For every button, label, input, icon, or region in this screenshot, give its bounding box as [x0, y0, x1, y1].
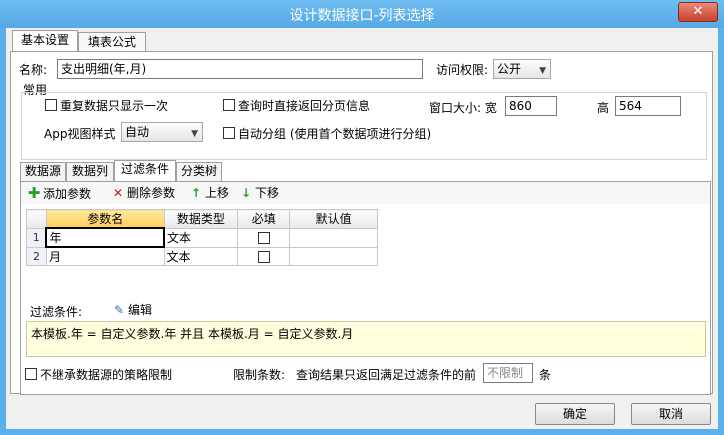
edit-icon: ✎	[113, 303, 125, 317]
paging-label: 查询时直接返回分页信息	[238, 99, 371, 113]
default-value-cell[interactable]	[289, 227, 378, 248]
data-type-cell[interactable]: 文本	[163, 246, 239, 266]
table-row[interactable]: 1 年 文本	[26, 227, 378, 248]
window-height-input[interactable]: 564	[615, 96, 681, 116]
tab-fill-formula[interactable]: 填表公式	[78, 32, 146, 52]
required-checkbox[interactable]	[257, 232, 270, 244]
dialog-client: 基本设置 填表公式 名称: 支出明细(年,月) 访问权限: 公开 ▼ 常用 重复…	[6, 28, 718, 429]
access-label: 访问权限:	[436, 63, 489, 77]
param-grid: 参数名 数据类型 必填 默认值 1 年 文本 2 月 文本	[26, 209, 378, 266]
dialog-window: 设计数据接口-列表选择 ✕ 基本设置 填表公式 名称: 支出明细(年,月) 访问…	[0, 0, 724, 435]
required-cell[interactable]	[237, 246, 291, 266]
limit-input[interactable]: 不限制	[483, 363, 533, 383]
no-inherit-checkbox[interactable]	[25, 368, 37, 380]
param-toolbar: ✚ 添加参数 ✕ 删除参数 ↑ 上移 ↓ 下移	[21, 182, 710, 204]
access-select-value: 公开	[497, 62, 522, 76]
app-view-select-value: 自动	[125, 125, 150, 139]
param-name-cell[interactable]: 月	[45, 246, 165, 266]
grid-header-row: 参数名 数据类型 必填 默认值	[26, 209, 378, 229]
subtab-filter[interactable]: 过滤条件	[114, 160, 176, 181]
app-view-label: App视图样式	[44, 127, 116, 141]
required-cell[interactable]	[237, 227, 291, 248]
grid-header-param-name[interactable]: 参数名	[45, 209, 165, 229]
grid-header-required[interactable]: 必填	[237, 209, 291, 229]
grid-header-default[interactable]: 默认值	[289, 209, 378, 229]
access-select[interactable]: 公开 ▼	[493, 59, 551, 79]
plus-icon: ✚	[27, 184, 41, 202]
grid-header-data-type[interactable]: 数据类型	[163, 209, 239, 229]
window-title: 设计数据接口-列表选择	[289, 8, 435, 24]
param-name-cell[interactable]: 年	[45, 227, 165, 248]
subtab-datasource[interactable]: 数据源	[20, 162, 66, 181]
ok-button[interactable]: 确定	[535, 403, 615, 425]
window-size-label: 窗口大小: 宽	[429, 101, 497, 115]
edit-filter-button[interactable]: ✎ 编辑	[112, 302, 152, 318]
limit-label: 限制条数:	[233, 368, 286, 382]
subtab-datacolumns[interactable]: 数据列	[66, 162, 114, 181]
name-label: 名称:	[19, 63, 48, 77]
window-width-input[interactable]: 860	[505, 96, 557, 116]
no-inherit-label: 不继承数据源的策略限制	[40, 368, 173, 382]
name-input[interactable]: 支出明细(年,月)	[57, 59, 423, 79]
paging-checkbox[interactable]	[223, 99, 235, 111]
app-view-select[interactable]: 自动 ▼	[121, 122, 203, 142]
auto-group-label: 自动分组 (使用首个数据项进行分组)	[238, 127, 432, 141]
filter-label: 过滤条件:	[30, 305, 83, 319]
add-param-button[interactable]: ✚ 添加参数	[27, 185, 91, 201]
arrow-up-icon: ↑	[190, 186, 202, 200]
show-once-label: 重复数据只显示一次	[60, 99, 169, 113]
chevron-down-icon: ▼	[539, 66, 546, 76]
limit-description: 查询结果只返回满足过滤条件的前	[296, 368, 477, 382]
table-row[interactable]: 2 月 文本	[26, 246, 378, 266]
window-height-label: 高	[597, 101, 610, 115]
move-up-button[interactable]: ↑ 上移	[189, 185, 229, 201]
default-value-cell[interactable]	[289, 246, 378, 266]
row-number: 2	[26, 246, 47, 266]
show-once-checkbox[interactable]	[45, 99, 57, 111]
cancel-button[interactable]: 取消	[631, 403, 711, 425]
filter-subpanel: ✚ 添加参数 ✕ 删除参数 ↑ 上移 ↓ 下移 参数名 数据类型 必填 默认值 …	[20, 181, 711, 395]
title-bar[interactable]: 设计数据接口-列表选择 ✕	[0, 0, 724, 28]
required-checkbox[interactable]	[257, 250, 270, 263]
row-number: 1	[26, 227, 47, 248]
arrow-down-icon: ↓	[240, 186, 252, 200]
grid-corner	[26, 209, 47, 229]
limit-unit: 条	[539, 368, 552, 382]
close-button[interactable]: ✕	[678, 2, 718, 22]
filter-expression[interactable]: 本模板.年 = 自定义参数.年 并且 本模板.月 = 自定义参数.月	[26, 321, 706, 357]
delete-param-button[interactable]: ✕ 删除参数	[111, 185, 175, 201]
tab-basic-settings[interactable]: 基本设置	[12, 30, 78, 52]
delete-x-icon: ✕	[112, 186, 124, 200]
subtab-category-tree[interactable]: 分类树	[176, 162, 222, 181]
auto-group-checkbox[interactable]	[223, 127, 235, 139]
chevron-down-icon: ▼	[191, 129, 198, 139]
basic-settings-panel: 名称: 支出明细(年,月) 访问权限: 公开 ▼ 常用 重复数据只显示一次 查询…	[10, 51, 713, 395]
filter-condition-area: 过滤条件: ✎ 编辑 本模板.年 = 自定义参数.年 并且 本模板.月 = 自定义…	[26, 299, 706, 359]
move-down-button[interactable]: ↓ 下移	[239, 185, 279, 201]
data-type-cell[interactable]: 文本	[163, 227, 239, 248]
